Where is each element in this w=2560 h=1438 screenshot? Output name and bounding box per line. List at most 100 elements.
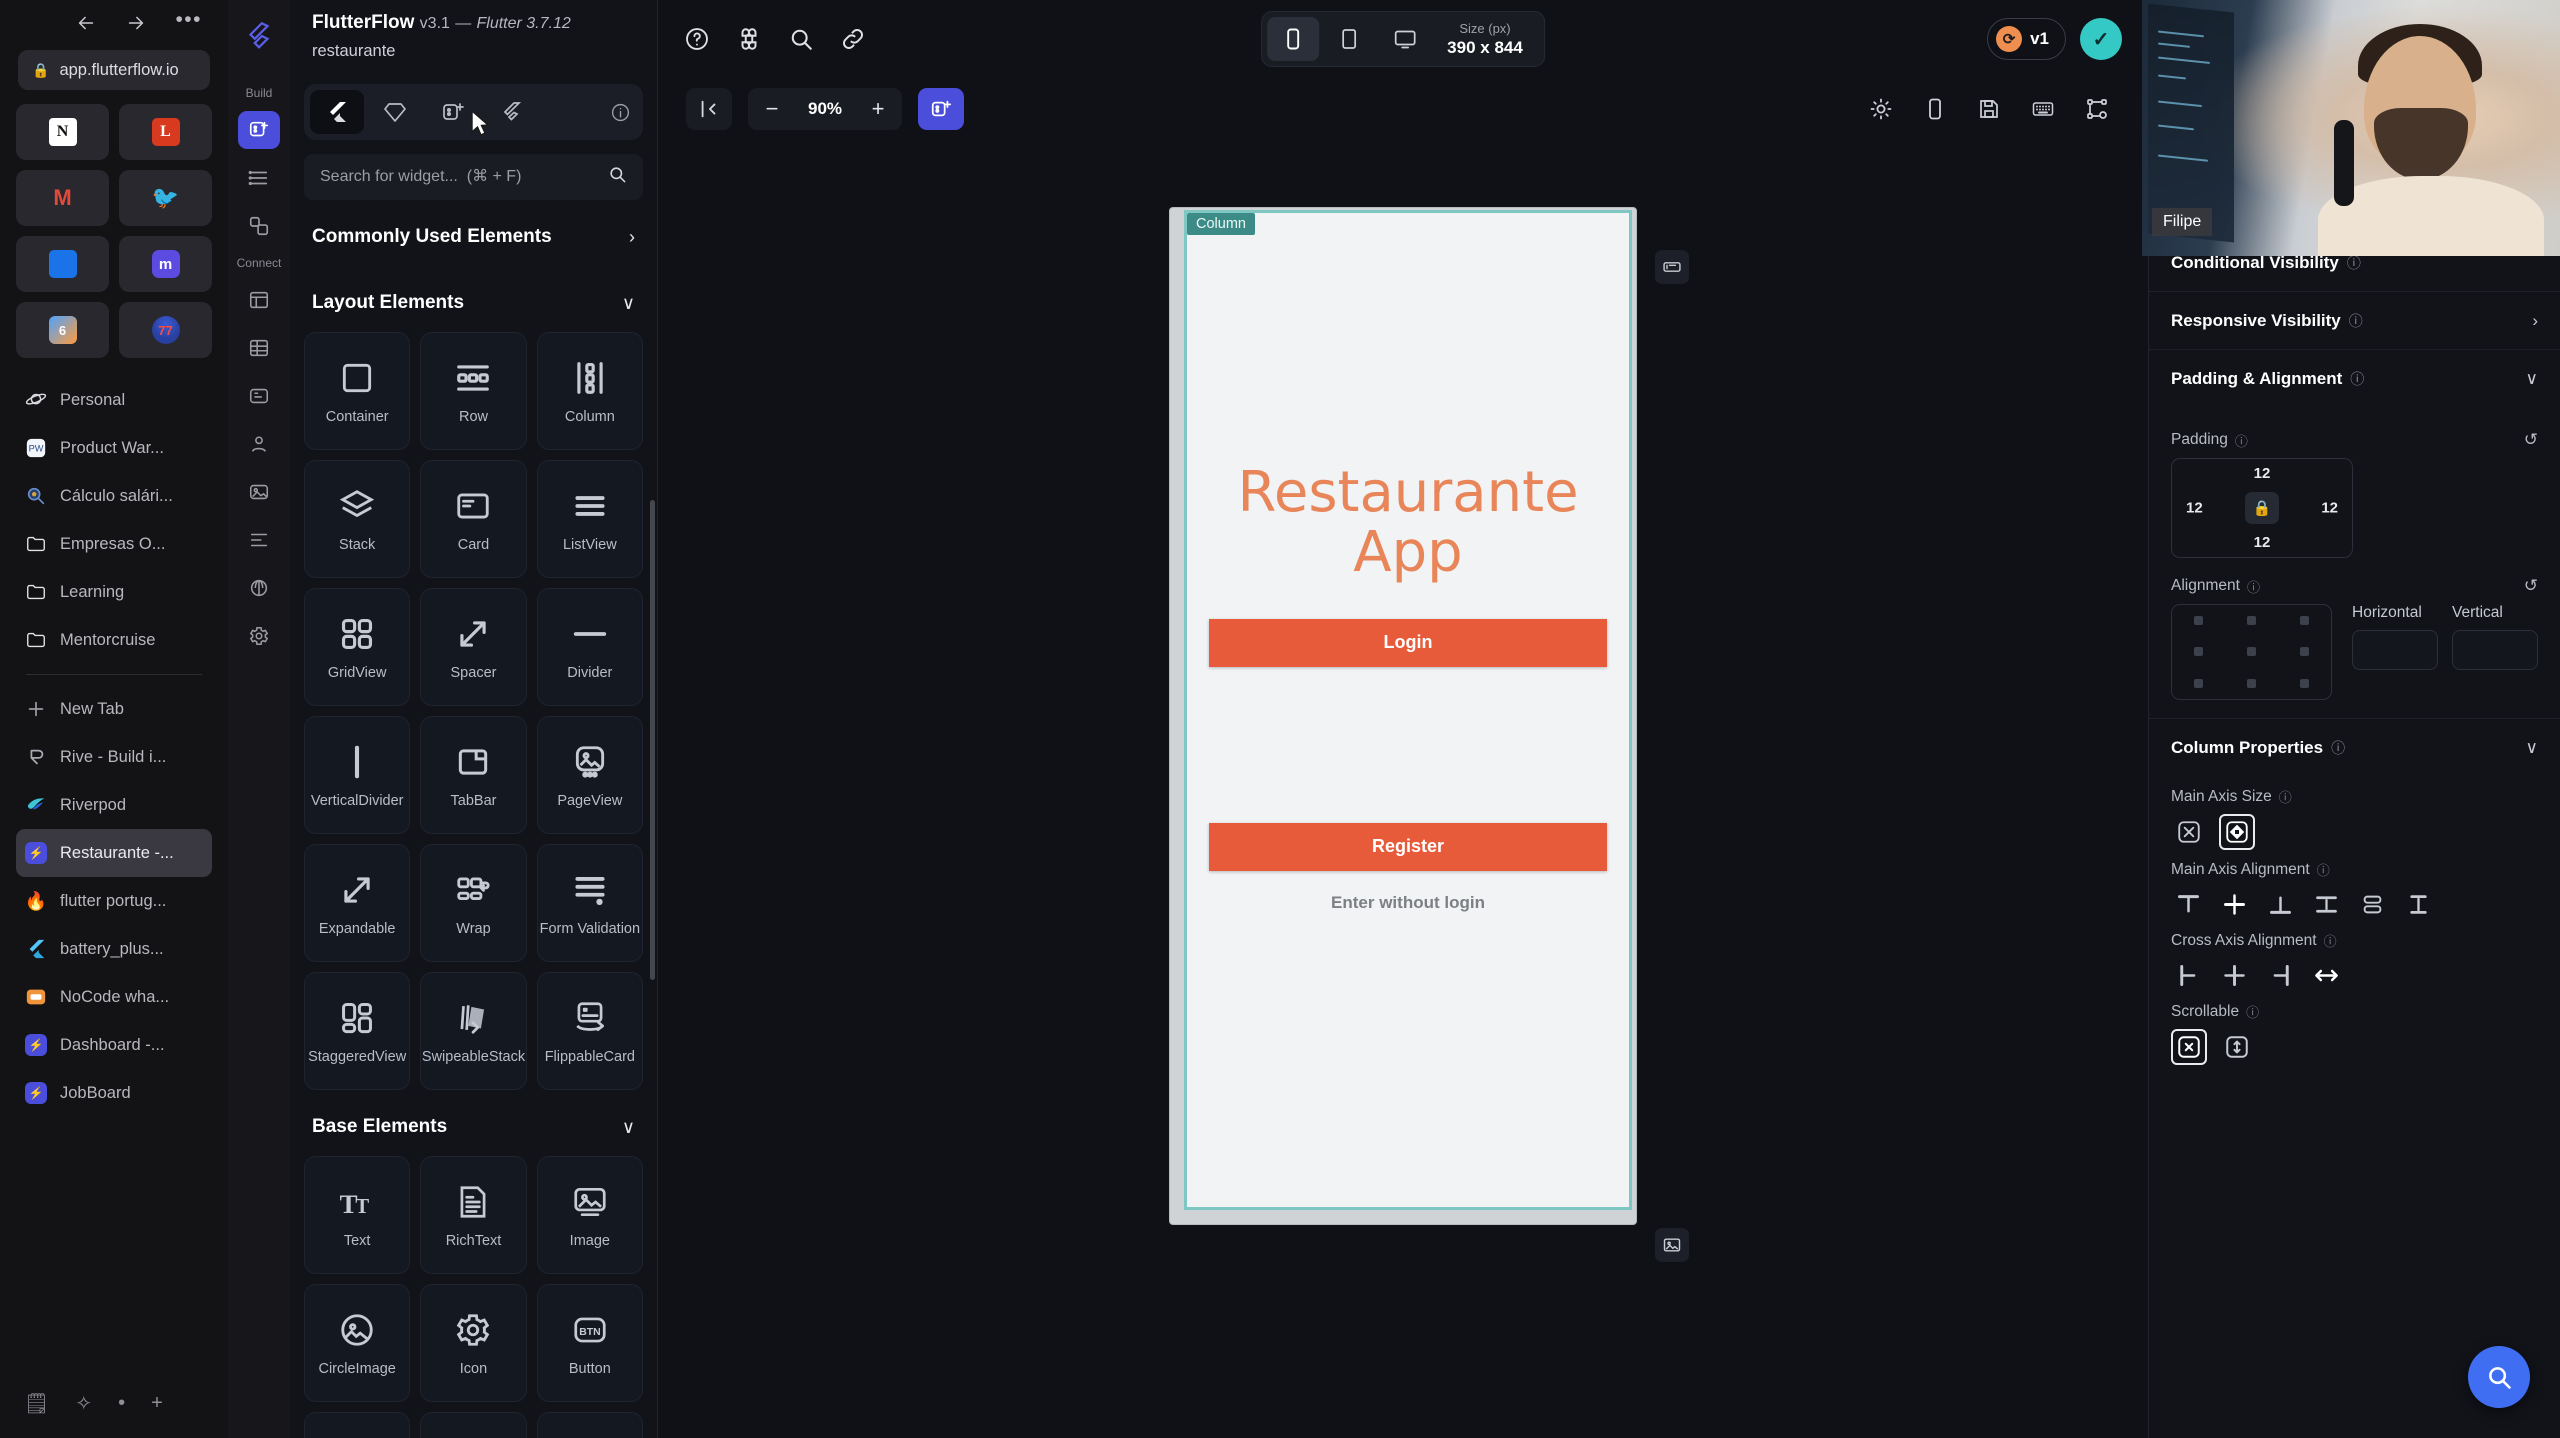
archive-icon[interactable]: 🗒 xyxy=(24,1391,49,1416)
rail-item-api[interactable] xyxy=(238,377,280,415)
rail-item-collections[interactable] xyxy=(238,329,280,367)
browser-url-bar[interactable]: 🔒 app.flutterflow.io xyxy=(18,50,210,90)
prop-padding-alignment[interactable]: Padding & Alignment ⓘ ∨ xyxy=(2149,350,2560,408)
widget-column[interactable]: Column xyxy=(536,332,643,450)
info-icon[interactable]: ⓘ xyxy=(2350,369,2364,389)
axis-max-icon[interactable] xyxy=(2219,814,2255,850)
link-icon[interactable] xyxy=(840,26,866,52)
tab-jobboard[interactable]: ⚡ JobBoard xyxy=(16,1069,212,1117)
align-cell[interactable] xyxy=(2194,647,2203,657)
widget-search-bar[interactable] xyxy=(304,154,643,200)
bookmark-tile-twitter[interactable]: 🐦 xyxy=(119,170,212,226)
align-cell[interactable] xyxy=(2300,678,2309,688)
info-icon[interactable]: ⓘ xyxy=(2349,311,2363,331)
palette-scroll-area[interactable]: Commonly Used Elements › Layout Elements… xyxy=(290,200,657,1438)
save-layout-icon[interactable] xyxy=(1966,88,2012,130)
device-phone-button[interactable] xyxy=(1267,17,1320,61)
tab-theme[interactable] xyxy=(368,90,422,134)
more-horizontal-icon[interactable]: ••• xyxy=(175,9,202,31)
device-frame-icon[interactable] xyxy=(1912,88,1958,130)
info-icon[interactable]: ⓘ xyxy=(2235,431,2248,450)
webcam-overlay[interactable]: Filipe xyxy=(2142,0,2560,256)
widget-gridview[interactable]: GridView xyxy=(304,588,411,706)
widget-icon[interactable]: Icon xyxy=(420,1284,527,1402)
bookmark-tile-gmail[interactable]: M xyxy=(16,170,109,226)
reset-icon[interactable]: ↺ xyxy=(2524,576,2538,596)
tab-nocode-what[interactable]: NoCode wha... xyxy=(16,973,212,1021)
register-button[interactable]: Register xyxy=(1209,822,1607,871)
chevron-down-icon[interactable]: ∨ xyxy=(2526,369,2538,389)
tab-flutter-portugues[interactable]: 🔥 flutter portug... xyxy=(16,877,212,925)
chevron-right-icon[interactable]: › xyxy=(2532,311,2538,331)
arrow-left-icon[interactable] xyxy=(75,12,97,34)
section-layout-elements[interactable]: Layout Elements ∨ xyxy=(304,266,643,332)
vertical-input[interactable] xyxy=(2452,630,2538,670)
collapse-left-button[interactable] xyxy=(686,88,732,130)
bookmark-tile-calendar[interactable]: 6 xyxy=(16,302,109,358)
version-badge[interactable]: ⟳ v1 xyxy=(1987,18,2066,60)
palette-scrollbar[interactable] xyxy=(650,500,655,980)
padding-box[interactable]: 12 12 🔒 12 12 xyxy=(2171,458,2353,558)
widget-stack[interactable]: Stack xyxy=(304,460,411,578)
tab-battery-plus[interactable]: battery_plus... xyxy=(16,925,212,973)
align-cell[interactable] xyxy=(2247,616,2256,626)
widget-banner[interactable] xyxy=(536,1412,643,1438)
info-icon[interactable]: ⓘ xyxy=(2331,738,2345,758)
rail-item-widget-tree[interactable] xyxy=(238,111,280,149)
column-selection-outline[interactable]: Column Restaurante App Login Register En… xyxy=(1184,210,1632,1210)
section-base-elements[interactable]: Base Elements ∨ xyxy=(304,1090,643,1156)
widget-list-tile[interactable] xyxy=(420,1412,527,1438)
widget-expandable[interactable]: Expandable xyxy=(304,844,411,962)
alignment-grid[interactable] xyxy=(2171,604,2332,700)
padding-left-value[interactable]: 12 xyxy=(2186,500,2203,517)
widget-pageview[interactable]: PageView xyxy=(536,716,643,834)
info-icon[interactable]: ⓘ xyxy=(2317,860,2330,879)
align-cell[interactable] xyxy=(2247,647,2256,657)
tab-rive[interactable]: Rive - Build i... xyxy=(16,733,212,781)
sidebar-item-calculo-salarial[interactable]: Cálculo salári... xyxy=(16,472,212,520)
bookmark-tile-blue[interactable] xyxy=(16,236,109,292)
help-icon[interactable] xyxy=(684,26,710,52)
axis-min-icon[interactable] xyxy=(2171,814,2207,850)
sidebar-item-personal[interactable]: Personal xyxy=(16,376,212,424)
rail-item-app-state[interactable] xyxy=(238,521,280,559)
canvas-body[interactable]: Column Restaurante App Login Register En… xyxy=(658,140,2148,1438)
bookmark-tile-mastodon[interactable]: m xyxy=(119,236,212,292)
search-fab-button[interactable] xyxy=(2468,1346,2530,1408)
device-tablet-button[interactable] xyxy=(1323,17,1375,61)
widget-listview[interactable]: ListView xyxy=(536,460,643,578)
scroll-box-icon[interactable] xyxy=(2219,1029,2255,1065)
align-cell[interactable] xyxy=(2300,616,2309,626)
align-start-icon[interactable] xyxy=(2171,887,2205,921)
search-icon[interactable] xyxy=(608,165,627,189)
zoom-in-button[interactable]: + xyxy=(860,91,896,127)
widget-container[interactable]: Container xyxy=(304,332,411,450)
login-button[interactable]: Login xyxy=(1209,618,1607,667)
chevron-right-icon[interactable]: › xyxy=(629,227,635,248)
widget-text[interactable]: TT Text xyxy=(304,1156,411,1274)
widget-add-box[interactable] xyxy=(304,1412,411,1438)
reset-icon[interactable]: ↺ xyxy=(2524,430,2538,450)
chevron-down-icon[interactable]: ∨ xyxy=(622,1117,635,1138)
search-icon[interactable] xyxy=(788,26,814,52)
image-placeholder-icon[interactable] xyxy=(1655,1228,1689,1262)
nodes-icon[interactable] xyxy=(2074,88,2120,130)
align-center-icon[interactable] xyxy=(2217,887,2251,921)
rail-item-components[interactable] xyxy=(238,207,280,245)
tab-widgets[interactable] xyxy=(310,90,364,134)
widget-badge-column[interactable]: Column xyxy=(1187,213,1255,235)
info-icon[interactable] xyxy=(603,102,637,123)
align-cell[interactable] xyxy=(2300,647,2309,657)
space-around-icon[interactable] xyxy=(2355,887,2389,921)
sidebar-item-mentorcruise[interactable]: Mentorcruise xyxy=(16,616,212,664)
phone-preview-frame[interactable]: Column Restaurante App Login Register En… xyxy=(1170,208,1636,1224)
prop-column-properties[interactable]: Column Properties ⓘ ∨ xyxy=(2149,719,2560,777)
tab-dashboard[interactable]: ⚡ Dashboard -... xyxy=(16,1021,212,1069)
sidebar-item-empresas-o[interactable]: Empresas O... xyxy=(16,520,212,568)
widget-image[interactable]: Image xyxy=(536,1156,643,1274)
widget-divider[interactable]: Divider xyxy=(536,588,643,706)
brightness-icon[interactable] xyxy=(1858,88,1904,130)
widget-swipeablestack[interactable]: SwipeableStack xyxy=(420,972,527,1090)
new-tab-button[interactable]: New Tab xyxy=(16,685,212,733)
info-icon[interactable]: ⓘ xyxy=(2247,577,2260,596)
